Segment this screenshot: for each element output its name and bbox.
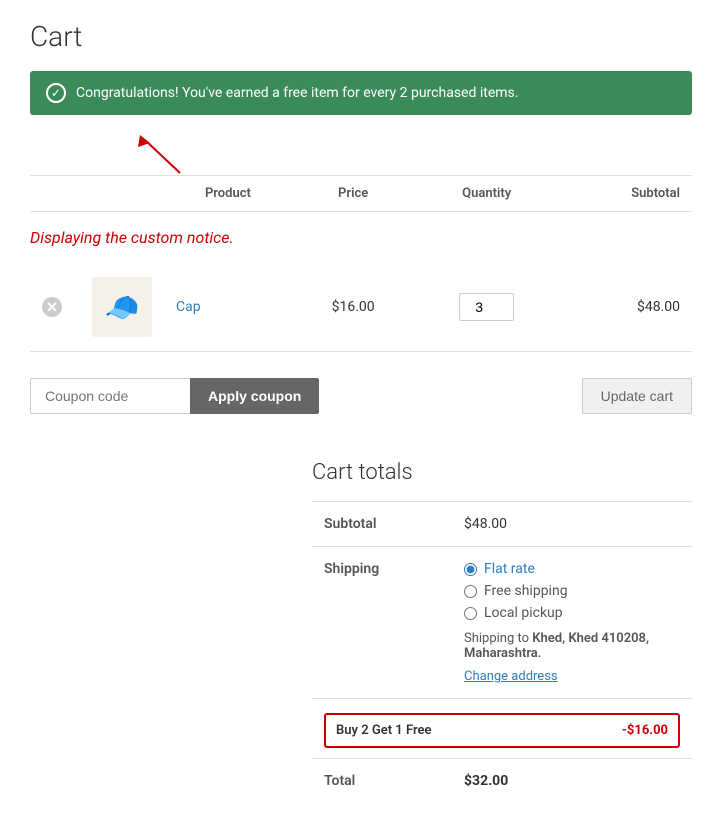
col-product: Product [164,176,292,212]
cart-totals-title: Cart totals [312,460,692,485]
apply-coupon-button[interactable]: Apply coupon [190,378,319,414]
coupon-section: Apply coupon [30,378,319,414]
shipping-radio-free[interactable] [464,585,477,598]
col-thumb [80,176,164,212]
totals-table: Subtotal $48.00 Shipping Flat rate Free … [312,501,692,803]
coupon-row: Apply coupon Update cart [30,362,692,430]
quantity-input[interactable] [459,293,514,321]
subtotal-row: Subtotal $48.00 [312,502,692,547]
col-price: Price [292,176,415,212]
col-remove [30,176,80,212]
discount-row: Buy 2 Get 1 Free -$16.00 [312,699,692,759]
remove-item-button[interactable]: ✕ [42,297,62,317]
coupon-input[interactable] [30,378,190,414]
page-title: Cart [30,20,692,53]
shipping-to-text: Shipping to [464,631,532,646]
discount-label: Buy 2 Get 1 Free [336,723,432,738]
shipping-radio-pickup[interactable] [464,607,477,620]
shipping-address: Shipping to Khed, Khed 410208, Maharasht… [464,631,680,661]
product-price: $16.00 [332,299,375,315]
cart-totals-section: Cart totals Subtotal $48.00 Shipping Fla… [30,460,692,803]
total-label: Total [312,759,452,804]
cart-totals-box: Cart totals Subtotal $48.00 Shipping Fla… [312,460,692,803]
subtotal-cell: $48.00 [559,263,692,352]
discount-amount: -$16.00 [622,723,668,738]
table-row: ✕ 🧢 Cap $16.00 $48.00 [30,263,692,352]
shipping-options-cell: Flat rate Free shipping Local pickup Shi… [452,547,692,699]
subtotal-label: Subtotal [312,502,452,547]
custom-notice-row: Displaying the custom notice. [30,212,692,264]
shipping-option-free: Free shipping [464,583,680,599]
arrow-annotation [30,135,692,175]
product-cell: Cap [164,263,292,352]
product-thumbnail: 🧢 [92,277,152,337]
shipping-option-pickup: Local pickup [464,605,680,621]
shipping-label-pickup: Local pickup [484,605,563,621]
thumb-cell: 🧢 [80,263,164,352]
product-link[interactable]: Cap [176,299,201,315]
shipping-radio-flat[interactable] [464,563,477,576]
shipping-options: Flat rate Free shipping Local pickup [464,561,680,621]
total-row: Total $32.00 [312,759,692,804]
price-cell: $16.00 [292,263,415,352]
col-subtotal: Subtotal [559,176,692,212]
shipping-label-flat: Flat rate [484,561,535,577]
notice-banner: ✓ Congratulations! You've earned a free … [30,71,692,115]
notice-check-icon: ✓ [46,83,66,103]
shipping-row: Shipping Flat rate Free shipping [312,547,692,699]
custom-notice-text: Displaying the custom notice. [30,218,692,257]
update-cart-button[interactable]: Update cart [582,378,692,414]
remove-cell: ✕ [30,263,80,352]
shipping-label: Shipping [312,547,452,699]
shipping-label-free: Free shipping [484,583,568,599]
cart-table: Product Price Quantity Subtotal Displayi… [30,175,692,352]
notice-message: Congratulations! You've earned a free it… [76,85,518,101]
discount-box: Buy 2 Get 1 Free -$16.00 [324,713,680,748]
subtotal-value: $48.00 [452,502,692,547]
remove-icon: ✕ [42,297,62,317]
shipping-option-flat: Flat rate [464,561,680,577]
product-subtotal: $48.00 [637,299,680,315]
col-quantity: Quantity [414,176,558,212]
total-value: $32.00 [452,759,692,804]
change-address-link[interactable]: Change address [464,669,680,684]
quantity-cell [414,263,558,352]
